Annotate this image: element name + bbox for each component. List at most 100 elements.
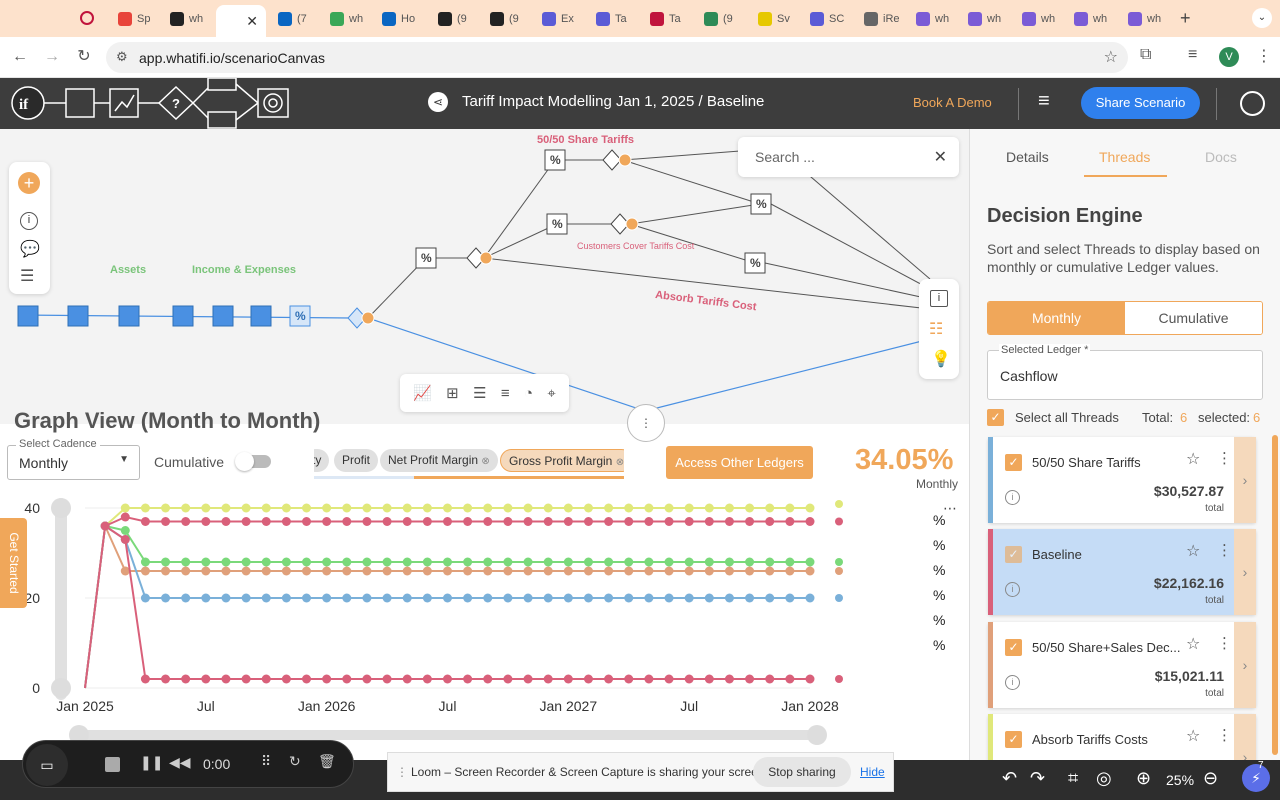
thread-expand[interactable]: › bbox=[1234, 622, 1256, 708]
browser-tab[interactable]: Sp bbox=[118, 5, 164, 33]
bookmark-star-icon[interactable]: ☆ bbox=[1104, 47, 1118, 67]
browser-tab[interactable]: Ex bbox=[542, 5, 588, 33]
browser-tab[interactable]: iRe bbox=[864, 5, 910, 33]
tab-active[interactable]: ✕ bbox=[216, 5, 266, 37]
more-options-icon[interactable]: ⋮ bbox=[1217, 726, 1232, 744]
hide-link[interactable]: Hide bbox=[860, 765, 885, 779]
app-logo[interactable]: if ? bbox=[0, 78, 300, 129]
browser-tab[interactable]: (9 bbox=[490, 5, 536, 33]
lightbulb-icon[interactable]: 💡 bbox=[931, 349, 951, 369]
thread-checkbox[interactable]: ✓ bbox=[1005, 639, 1022, 656]
thread-expand[interactable]: › bbox=[1234, 714, 1256, 760]
thread-checkbox[interactable]: ✓ bbox=[1005, 546, 1022, 563]
more-icon[interactable]: ⋮ bbox=[1256, 46, 1272, 66]
thread-card[interactable]: ✓ 50/50 Share+Sales Dec... ☆ ⋮ i $15,021.11 to… bbox=[988, 622, 1256, 708]
site-settings-icon[interactable]: ⚙ bbox=[116, 49, 128, 65]
thread-card[interactable]: ✓ Absorb Tariffs Costs ☆ ⋮ › bbox=[988, 714, 1256, 760]
close-icon[interactable]: ✕ bbox=[934, 147, 947, 167]
x-range-slider[interactable] bbox=[75, 730, 820, 740]
line-chart-icon[interactable]: 📈 bbox=[413, 384, 432, 402]
monthly-toggle[interactable]: Monthly bbox=[988, 302, 1125, 334]
zoom-out-icon[interactable]: ⊖ bbox=[1203, 768, 1218, 789]
info-panel-icon[interactable]: i bbox=[930, 290, 948, 307]
info-icon[interactable]: i bbox=[1005, 675, 1020, 690]
url-field[interactable]: ⚙ app.whatifi.io/scenarioCanvas ☆ bbox=[106, 42, 1128, 73]
book-demo-link[interactable]: Book A Demo bbox=[913, 95, 992, 110]
list-icon[interactable]: ☰ bbox=[20, 266, 34, 286]
browser-tab[interactable]: wh bbox=[170, 5, 216, 33]
pause-icon[interactable]: ❚❚ bbox=[140, 754, 163, 771]
info-icon[interactable]: i bbox=[20, 212, 38, 230]
chevron-down-icon[interactable]: ⌄ bbox=[1252, 8, 1272, 28]
info-icon[interactable]: i bbox=[1005, 490, 1020, 505]
browser-tab[interactable]: Ta bbox=[596, 5, 642, 33]
access-other-ledgers-button[interactable]: Access Other Ledgers bbox=[666, 446, 813, 479]
add-row-icon[interactable]: ☰ bbox=[473, 384, 486, 402]
chip-scrollbar[interactable] bbox=[314, 476, 624, 479]
chip-profit[interactable]: Profit bbox=[334, 449, 379, 472]
stop-sharing-button[interactable]: Stop sharing bbox=[753, 757, 851, 787]
grid-icon[interactable]: ⠿ bbox=[261, 753, 271, 770]
browser-tab[interactable]: Sv bbox=[758, 5, 804, 33]
select-all-checkbox[interactable]: ✓ bbox=[987, 409, 1004, 426]
panel-scrollbar[interactable] bbox=[1272, 435, 1278, 755]
thread-expand[interactable]: › bbox=[1234, 529, 1256, 615]
thread-checkbox[interactable]: ✓ bbox=[1005, 454, 1022, 471]
browser-tab[interactable]: wh bbox=[1022, 5, 1068, 33]
browser-tab[interactable]: SC bbox=[810, 5, 856, 33]
star-icon[interactable]: ☆ bbox=[1186, 449, 1200, 469]
zoom-in-icon[interactable]: ⊕ bbox=[1136, 768, 1151, 789]
star-icon[interactable]: ☆ bbox=[1186, 634, 1200, 654]
cumulative-toggle[interactable]: Cumulative bbox=[1125, 302, 1262, 334]
more-options-icon[interactable]: ⋮ bbox=[1217, 449, 1232, 467]
browser-tab[interactable]: (7 bbox=[278, 5, 324, 33]
media-icon[interactable]: ≡ bbox=[1188, 46, 1197, 64]
chip-net-profit-margin[interactable]: Net Profit Margin ⊗ bbox=[380, 449, 498, 472]
comment-icon[interactable]: 💬 bbox=[20, 239, 40, 259]
thread-checkbox[interactable]: ✓ bbox=[1005, 731, 1022, 748]
search-box[interactable]: Search ... ✕ bbox=[738, 137, 959, 177]
threads-list-icon[interactable]: ☷ bbox=[929, 319, 943, 339]
rewind-icon[interactable]: ◀◀ bbox=[169, 754, 191, 771]
browser-tab[interactable]: Ta bbox=[650, 5, 696, 33]
thread-card[interactable]: ✓ 50/50 Share Tariffs ☆ ⋮ i $30,527.87 total › bbox=[988, 437, 1256, 523]
reload-button[interactable]: ↻ bbox=[74, 47, 94, 67]
location-pin-icon[interactable]: ⌖ bbox=[547, 385, 555, 402]
more-options-icon[interactable]: ⋮ bbox=[1217, 541, 1232, 559]
tab-details[interactable]: Details bbox=[1006, 149, 1049, 165]
browser-tab[interactable]: wh bbox=[968, 5, 1014, 33]
filter-icon[interactable]: ≡ bbox=[501, 385, 510, 402]
forward-button[interactable]: → bbox=[42, 47, 62, 67]
search-input[interactable]: Search ... bbox=[755, 149, 815, 165]
user-icon[interactable] bbox=[1240, 91, 1265, 116]
more-options-icon[interactable]: ⋮ bbox=[1217, 634, 1232, 652]
browser-tab[interactable]: Ho bbox=[382, 5, 428, 33]
new-tab-button[interactable]: + bbox=[1180, 8, 1191, 29]
browser-tab[interactable]: (9 bbox=[438, 5, 484, 33]
stop-recording-button[interactable] bbox=[105, 757, 120, 772]
star-icon[interactable]: ☆ bbox=[1186, 726, 1200, 746]
browser-tab[interactable]: wh bbox=[1128, 5, 1174, 33]
avatar[interactable]: V bbox=[1219, 47, 1239, 67]
remove-icon[interactable]: ⊗ bbox=[616, 457, 624, 468]
share-icon[interactable]: ⋖ bbox=[428, 92, 448, 112]
browser-tab[interactable]: wh bbox=[916, 5, 962, 33]
x-range-handle-right[interactable] bbox=[807, 725, 827, 745]
assistant-icon[interactable]: ⚡ bbox=[1242, 764, 1270, 792]
chip-ty[interactable]: ty bbox=[314, 449, 330, 472]
browser-tab[interactable]: wh bbox=[330, 5, 376, 33]
info-icon[interactable]: i bbox=[1005, 582, 1020, 597]
extensions-icon[interactable]: ⧉ bbox=[1140, 46, 1151, 64]
add-list-icon[interactable]: ≡ bbox=[1038, 90, 1050, 113]
tab-docs[interactable]: Docs bbox=[1205, 149, 1237, 165]
remove-icon[interactable]: ⊗ bbox=[481, 456, 489, 467]
crop-icon[interactable]: ⌗ bbox=[1068, 768, 1078, 789]
y-range-slider[interactable] bbox=[55, 498, 67, 700]
y-range-handle-top[interactable] bbox=[51, 498, 71, 518]
ledger-select[interactable]: Selected Ledger * Cashflow bbox=[987, 344, 1263, 400]
redo-icon[interactable]: ↷ bbox=[1030, 768, 1045, 789]
trash-icon[interactable]: 🗑 bbox=[318, 753, 336, 770]
close-icon[interactable]: ✕ bbox=[246, 13, 258, 30]
browser-tab[interactable]: (9 bbox=[704, 5, 750, 33]
back-button[interactable]: ← bbox=[10, 47, 30, 67]
